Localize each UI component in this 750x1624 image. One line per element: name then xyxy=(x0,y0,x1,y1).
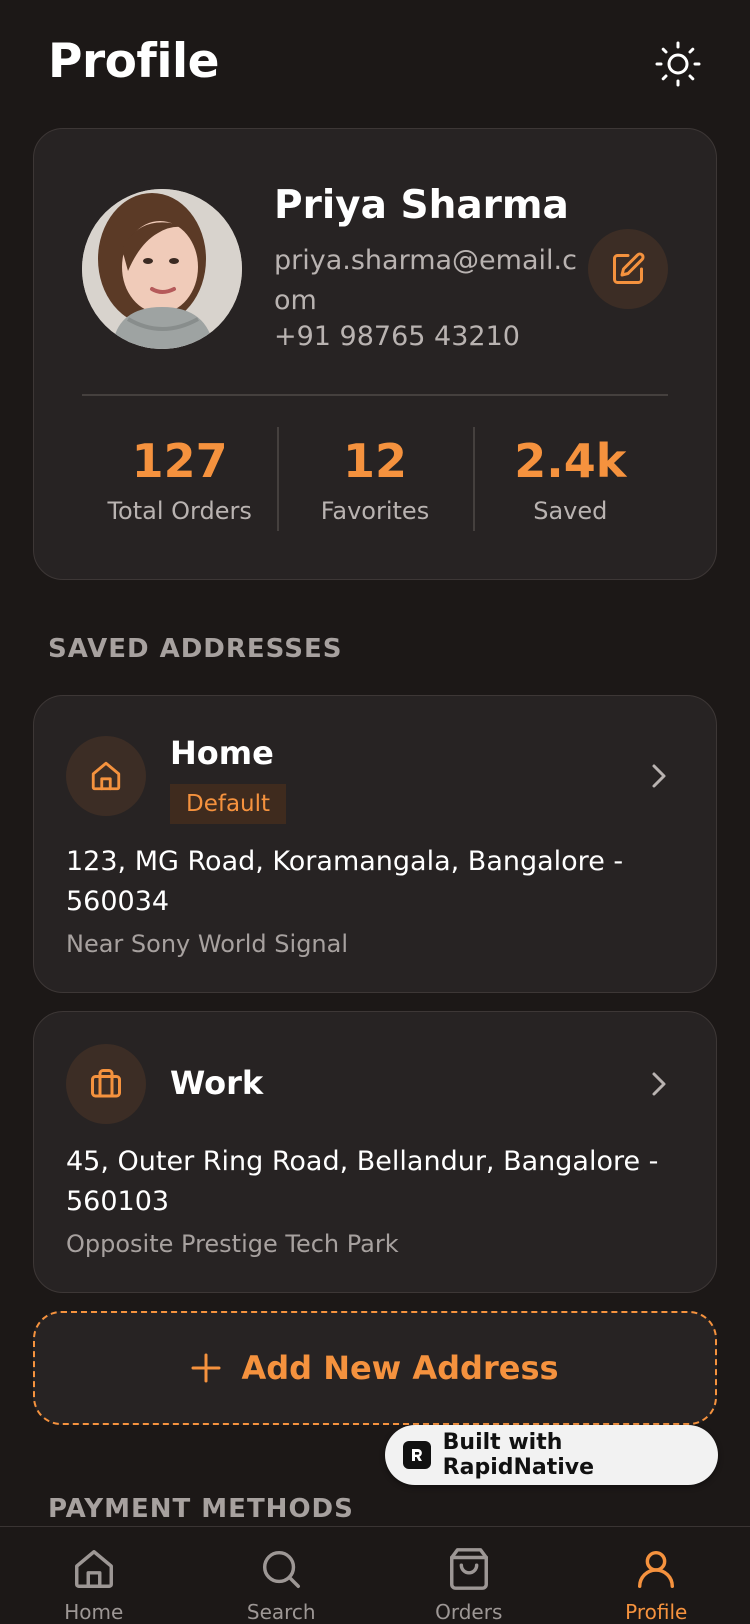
address-icon xyxy=(66,736,146,816)
nav-label: Orders xyxy=(435,1600,503,1624)
home-icon xyxy=(70,1545,118,1592)
profile-card: Priya Sharma priya.sharma@email.com +91 … xyxy=(33,128,717,580)
briefcase-icon xyxy=(91,1069,121,1098)
stat-value: 12 xyxy=(342,434,407,488)
section-title-payment-methods: PAYMENT METHODS xyxy=(48,1494,354,1524)
section-title-saved-addresses: SAVED ADDRESSES xyxy=(48,634,343,664)
nav-label: Home xyxy=(64,1600,124,1624)
header: Profile xyxy=(0,0,750,128)
avatar xyxy=(82,189,242,349)
sun-icon xyxy=(655,41,701,87)
user-email: priya.sharma@email.com xyxy=(274,245,577,316)
stats-row: 127 Total Orders 12 Favorites 2.4k Saved xyxy=(82,427,668,535)
address-text: 45, Outer Ring Road, Bellandur, Bangalor… xyxy=(66,1146,659,1217)
nav-item-home[interactable]: Home xyxy=(0,1527,188,1624)
stat-saved: 2.4k Saved xyxy=(472,427,668,535)
search-icon xyxy=(257,1545,305,1592)
nav-item-search[interactable]: Search xyxy=(188,1527,376,1624)
profile-screen: Profile Priya Sharma priya.sharma@email.… xyxy=(0,0,750,1624)
default-badge: Default xyxy=(170,784,287,824)
add-new-address-button[interactable]: Add New Address xyxy=(33,1311,717,1425)
stat-label: Total Orders xyxy=(107,497,252,525)
rapidnative-logo-icon xyxy=(403,1441,431,1469)
user-phone: +91 98765 43210 xyxy=(274,321,520,352)
chevron-right-icon xyxy=(644,1064,674,1104)
stat-total-orders: 127 Total Orders xyxy=(82,427,277,535)
plus-icon xyxy=(191,1353,221,1383)
add-new-address-label: Add New Address xyxy=(241,1349,559,1387)
stat-label: Favorites xyxy=(320,497,430,525)
stat-value: 2.4k xyxy=(514,434,627,488)
home-icon xyxy=(91,761,121,791)
address-landmark: Opposite Prestige Tech Park xyxy=(66,1230,399,1258)
nav-item-profile[interactable]: Profile xyxy=(563,1527,750,1624)
nav-label: Search xyxy=(246,1600,316,1624)
theme-toggle-button[interactable] xyxy=(652,38,704,90)
built-with-badge[interactable]: Built with RapidNative xyxy=(385,1425,718,1485)
shopping-bag-icon xyxy=(445,1545,493,1592)
bottom-nav: Home Search Orders Profile xyxy=(0,1526,750,1624)
user-icon xyxy=(632,1545,680,1592)
chevron-right-icon xyxy=(644,756,674,796)
stat-label: Saved xyxy=(533,497,608,525)
address-title: Work xyxy=(170,1064,264,1102)
nav-label: Profile xyxy=(625,1600,688,1624)
address-icon xyxy=(66,1044,146,1124)
stat-favorites: 12 Favorites xyxy=(277,427,472,535)
address-card-work[interactable]: Work 45, Outer Ring Road, Bellandur, Ban… xyxy=(33,1011,717,1293)
page-title: Profile xyxy=(48,34,219,89)
divider xyxy=(82,394,668,396)
edit-profile-button[interactable] xyxy=(588,229,668,309)
address-text: 123, MG Road, Koramangala, Bangalore - 5… xyxy=(66,846,624,917)
stat-value: 127 xyxy=(131,434,228,488)
address-card-home[interactable]: Home Default 123, MG Road, Koramangala, … xyxy=(33,695,717,993)
nav-item-orders[interactable]: Orders xyxy=(375,1527,563,1624)
edit-icon xyxy=(613,252,645,284)
user-name: Priya Sharma xyxy=(274,183,569,228)
address-title: Home xyxy=(170,734,274,772)
address-landmark: Near Sony World Signal xyxy=(66,930,349,958)
built-with-label: Built with RapidNative xyxy=(442,1430,595,1480)
